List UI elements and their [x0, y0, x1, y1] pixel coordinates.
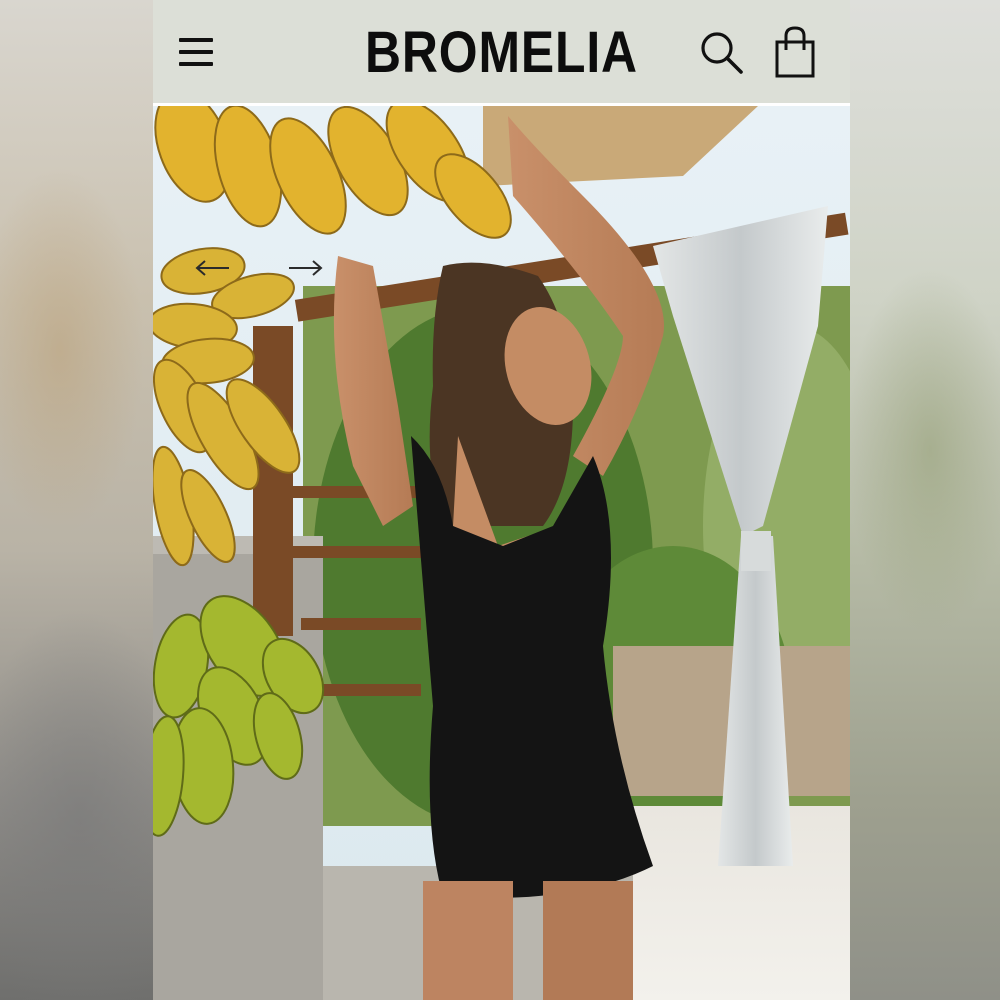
arrow-left-icon[interactable]: [193, 256, 233, 280]
hero-photo-illustration: [153, 106, 850, 1000]
background-blur-left: [0, 0, 153, 1000]
site-header: BROMELIA: [153, 0, 850, 103]
search-icon[interactable]: [699, 30, 745, 76]
mobile-page: BROMELIA: [153, 0, 850, 1000]
shopping-bag-icon[interactable]: [773, 26, 817, 80]
background-blur-right: [850, 0, 1000, 1000]
hero-image[interactable]: [153, 106, 850, 1000]
arrow-right-icon[interactable]: [285, 256, 325, 280]
